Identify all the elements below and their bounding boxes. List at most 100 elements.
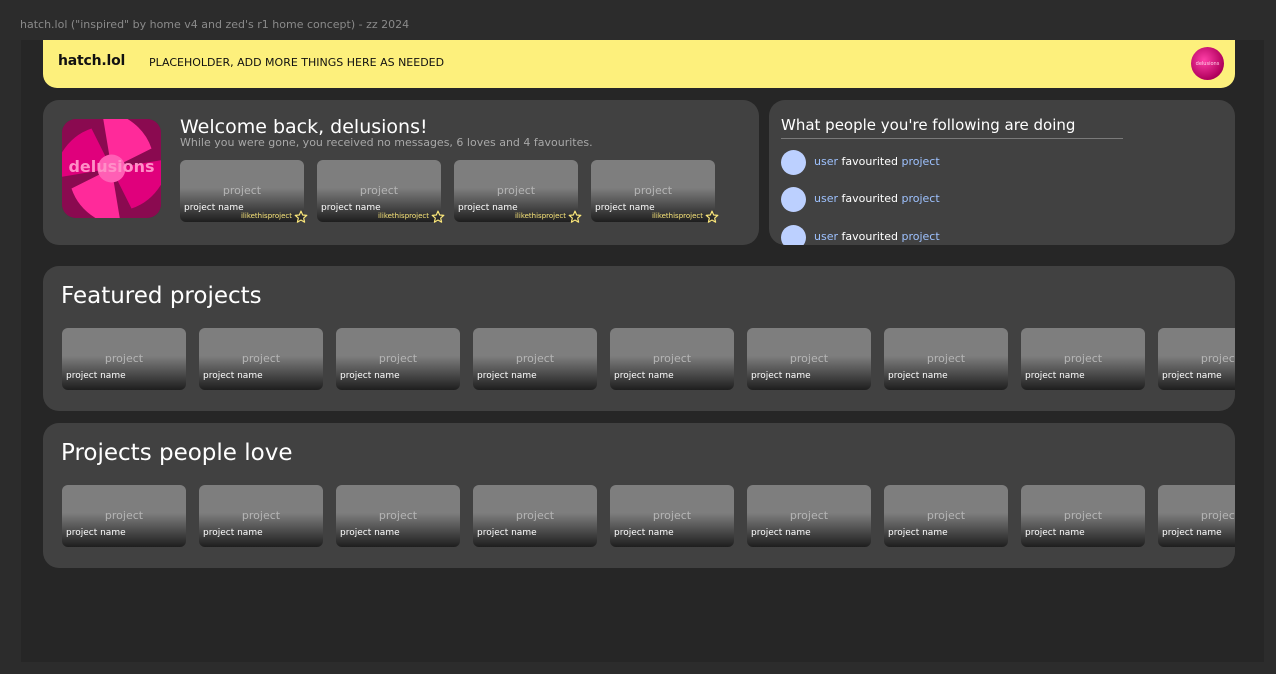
project-card[interactable]: project project name — [62, 485, 186, 547]
project-thumbnail: project — [1200, 509, 1235, 522]
project-name: project name — [458, 203, 518, 213]
featured-projects-panel: Featured projects project project name pr… — [43, 266, 1235, 411]
activity-text: user favourited project — [814, 155, 940, 168]
project-name: project name — [477, 371, 537, 381]
project-thumbnail: project — [633, 184, 673, 197]
project-thumbnail: project — [104, 352, 144, 365]
project-name: project name — [751, 528, 811, 538]
user-avatar[interactable] — [781, 225, 806, 245]
project-name: project name — [321, 203, 381, 213]
project-thumbnail: project — [241, 352, 281, 365]
recent-project-card[interactable]: project project name ilikethisproject — [180, 160, 304, 222]
user-avatar[interactable]: delusions — [1191, 47, 1224, 80]
activity-action: favourited — [841, 230, 898, 243]
star-icon[interactable] — [705, 210, 719, 224]
welcome-subtitle: While you were gone, you received no mes… — [180, 136, 593, 149]
project-author[interactable]: ilikethisproject — [241, 212, 292, 220]
project-thumbnail: project — [378, 509, 418, 522]
project-card[interactable]: project project name — [747, 485, 871, 547]
recent-project-card[interactable]: project project name ilikethisproject — [454, 160, 578, 222]
project-name: project name — [184, 203, 244, 213]
project-card[interactable]: project project name — [199, 328, 323, 390]
project-thumbnail: project — [241, 509, 281, 522]
star-icon[interactable] — [294, 210, 308, 224]
user-avatar[interactable] — [781, 187, 806, 212]
project-name: project name — [203, 528, 263, 538]
project-thumbnail: project — [1063, 352, 1103, 365]
page-frame: hatch.lol PLACEHOLDER, ADD MORE THINGS H… — [21, 40, 1264, 662]
loved-projects-panel: Projects people love project project name… — [43, 423, 1235, 568]
project-link[interactable]: project — [901, 192, 939, 205]
section-title: Featured projects — [61, 283, 262, 309]
project-thumbnail: project — [652, 352, 692, 365]
project-thumbnail: project — [496, 184, 536, 197]
project-card[interactable]: project project name — [884, 485, 1008, 547]
brand-logo[interactable]: hatch.lol — [58, 53, 125, 69]
project-name: project name — [1162, 371, 1222, 381]
project-thumbnail: project — [222, 184, 262, 197]
frame-title: hatch.lol ("inspired" by home v4 and zed… — [20, 18, 410, 31]
activity-text: user favourited project — [814, 230, 940, 243]
star-icon[interactable] — [568, 210, 582, 224]
activity-action: favourited — [841, 155, 898, 168]
project-card[interactable]: project project name — [1158, 485, 1235, 547]
project-thumbnail: project — [652, 509, 692, 522]
project-link[interactable]: project — [901, 155, 939, 168]
project-author[interactable]: ilikethisproject — [378, 212, 429, 220]
project-name: project name — [1025, 528, 1085, 538]
project-card[interactable]: project project name — [473, 485, 597, 547]
project-name: project name — [888, 528, 948, 538]
project-thumbnail: project — [515, 352, 555, 365]
topbar-placeholder: PLACEHOLDER, ADD MORE THINGS HERE AS NEE… — [149, 56, 445, 69]
project-author[interactable]: ilikethisproject — [652, 212, 703, 220]
following-activity-panel: What people you're following are doing u… — [769, 100, 1235, 245]
project-card[interactable]: project project name — [62, 328, 186, 390]
recent-project-card[interactable]: project project name ilikethisproject — [317, 160, 441, 222]
user-avatar[interactable] — [781, 150, 806, 175]
project-name: project name — [888, 371, 948, 381]
project-thumbnail: project — [104, 509, 144, 522]
project-thumbnail: project — [789, 352, 829, 365]
activity-action: favourited — [841, 192, 898, 205]
project-card[interactable]: project project name — [1158, 328, 1235, 390]
activity-title: What people you're following are doing — [781, 116, 1076, 134]
star-icon[interactable] — [431, 210, 445, 224]
project-card[interactable]: project project name — [747, 328, 871, 390]
project-card[interactable]: project project name — [199, 485, 323, 547]
project-thumbnail: project — [378, 352, 418, 365]
user-link[interactable]: user — [814, 155, 838, 168]
project-card[interactable]: project project name — [1021, 485, 1145, 547]
project-card[interactable]: project project name — [610, 328, 734, 390]
project-thumbnail: project — [926, 352, 966, 365]
project-name: project name — [595, 203, 655, 213]
user-link[interactable]: user — [814, 192, 838, 205]
project-author[interactable]: ilikethisproject — [515, 212, 566, 220]
recent-project-card[interactable]: project project name ilikethisproject — [591, 160, 715, 222]
project-thumbnail: project — [926, 509, 966, 522]
profile-picture[interactable]: delusions — [62, 119, 161, 218]
project-card[interactable]: project project name — [610, 485, 734, 547]
project-name: project name — [66, 528, 126, 538]
project-card[interactable]: project project name — [336, 328, 460, 390]
project-name: project name — [203, 371, 263, 381]
project-card[interactable]: project project name — [1021, 328, 1145, 390]
project-card[interactable]: project project name — [336, 485, 460, 547]
project-name: project name — [477, 528, 537, 538]
project-name: project name — [614, 528, 674, 538]
welcome-panel: delusions Welcome back, delusions! While… — [43, 100, 759, 245]
project-name: project name — [66, 371, 126, 381]
section-title: Projects people love — [61, 440, 293, 466]
project-link[interactable]: project — [901, 230, 939, 243]
project-thumbnail: project — [1200, 352, 1235, 365]
project-name: project name — [340, 528, 400, 538]
user-link[interactable]: user — [814, 230, 838, 243]
project-card[interactable]: project project name — [473, 328, 597, 390]
project-name: project name — [340, 371, 400, 381]
avatar-text: delusions — [1195, 60, 1220, 67]
project-thumbnail: project — [1063, 509, 1103, 522]
project-name: project name — [751, 371, 811, 381]
top-bar: hatch.lol PLACEHOLDER, ADD MORE THINGS H… — [43, 40, 1235, 88]
project-thumbnail: project — [515, 509, 555, 522]
welcome-title: Welcome back, delusions! — [180, 116, 428, 138]
project-card[interactable]: project project name — [884, 328, 1008, 390]
